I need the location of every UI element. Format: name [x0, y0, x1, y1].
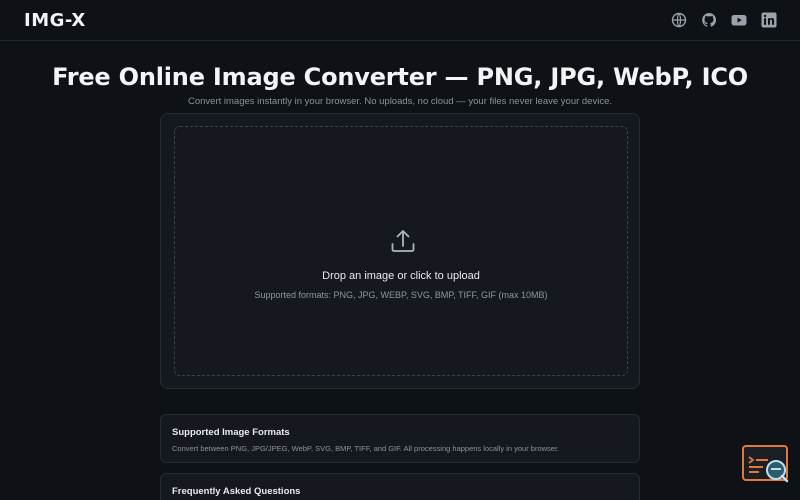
linkedin-icon[interactable]	[760, 11, 778, 29]
logo[interactable]: IMG-X	[24, 10, 86, 31]
social-links	[670, 11, 778, 29]
github-icon[interactable]	[700, 11, 718, 29]
formats-title: Supported Image Formats	[172, 427, 290, 438]
upload-card: Drop an image or click to upload Support…	[160, 113, 640, 389]
formats-text: Convert between PNG, JPG/JPEG, WebP, SVG…	[172, 444, 560, 453]
faq-title: Frequently Asked Questions	[172, 486, 301, 497]
faq-section[interactable]: Frequently Asked Questions	[160, 473, 640, 500]
support-chat-icon[interactable]	[742, 445, 790, 485]
upload-formats: Supported formats: PNG, JPG, WEBP, SVG, …	[254, 290, 548, 300]
globe-icon[interactable]	[670, 11, 688, 29]
top-bar: IMG-X	[0, 0, 800, 41]
formats-section: Supported Image Formats Convert between …	[160, 414, 640, 463]
upload-title: Drop an image or click to upload	[322, 270, 480, 282]
upload-dropzone[interactable]: Drop an image or click to upload Support…	[174, 126, 628, 376]
page-subtitle: Convert images instantly in your browser…	[187, 96, 613, 107]
upload-icon	[391, 230, 415, 252]
youtube-icon[interactable]	[730, 11, 748, 29]
page-title: Free Online Image Converter — PNG, JPG, …	[52, 63, 748, 91]
